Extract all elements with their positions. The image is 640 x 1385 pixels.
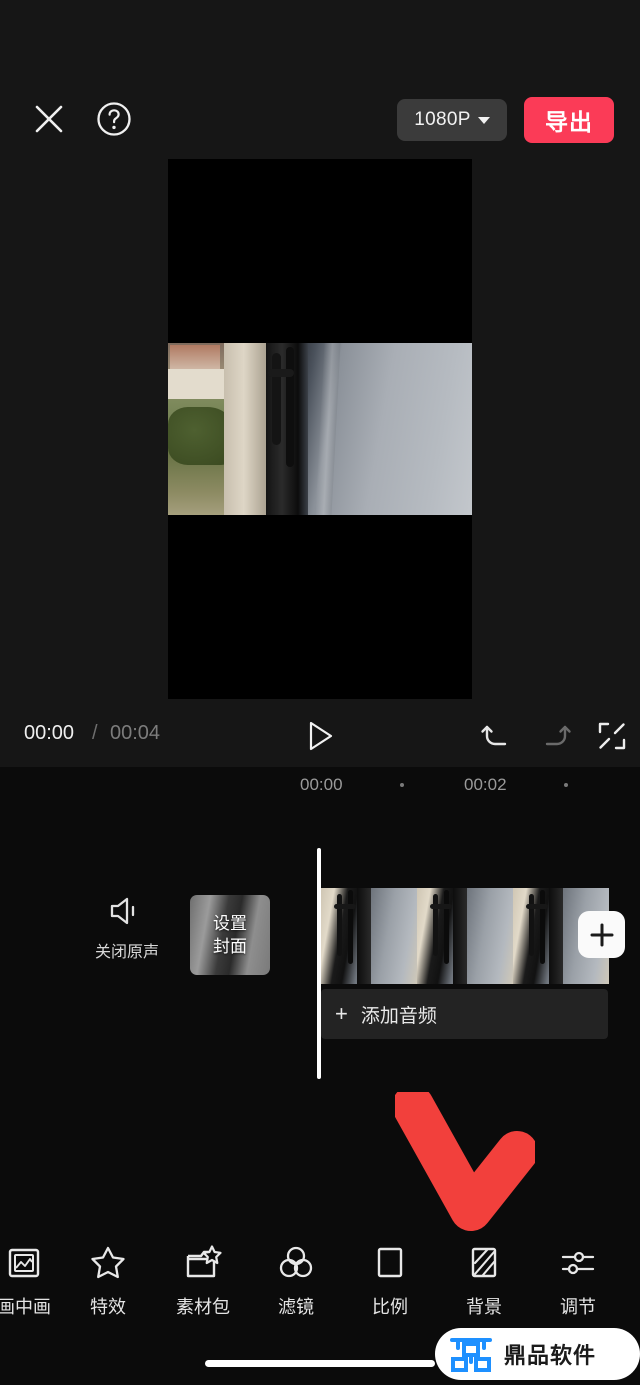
tool-effects[interactable]: 特效 [62,1240,154,1326]
watermark-badge: 鼎品软件 [435,1328,640,1380]
frame-outdoor-half [168,343,298,515]
ruler-tick-label: 00:00 [300,775,343,794]
arrow-down-right-icon [392,1085,538,1231]
close-button[interactable] [28,97,70,141]
mute-original-sound-button[interactable]: 关闭原声 [92,895,162,977]
add-clip-button[interactable] [578,911,625,958]
export-label: 导出 [545,109,593,135]
help-button[interactable] [92,97,136,141]
material-pack-icon [184,1240,222,1286]
current-time: 00:00 [24,722,75,744]
add-audio-plus-icon: + [335,1001,348,1026]
resolution-label: 1080P [414,109,471,130]
tool-label: 画中画 [0,1297,51,1317]
redo-button[interactable] [534,715,576,757]
tool-background[interactable]: 背景 [438,1240,530,1326]
ruler-tick-label: 00:02 [464,775,507,794]
plus-icon [590,923,613,946]
background-hatch-icon [467,1240,501,1286]
tool-label: 背景 [466,1297,502,1317]
playhead[interactable] [317,848,321,1079]
question-circle-icon [97,102,131,136]
undo-icon [481,725,507,746]
dingpin-logo-icon [450,1338,492,1372]
play-icon [309,721,333,751]
tool-label: 滤镜 [278,1297,314,1317]
video-track-clip[interactable] [321,888,609,984]
tool-aspect-ratio[interactable]: 比例 [344,1240,436,1326]
video-preview[interactable] [168,159,472,699]
aspect-ratio-square-icon [373,1240,407,1286]
annotation-arrow [392,1085,538,1232]
ruler-tick-dot [564,783,568,787]
cover-label-line2: 封面 [213,937,247,956]
resolution-selector[interactable]: 1080P [397,99,507,141]
frame-wall-half [298,343,472,515]
add-audio-label: 添加音频 [360,1005,437,1027]
redo-icon [545,725,571,746]
tool-adjust[interactable]: 调节 [532,1240,624,1326]
watermark-text: 鼎品软件 [504,1343,597,1368]
editor-screen: 1080P 导出 00:00 / 00:04 00:00 00:02 关闭原声 … [0,0,640,1385]
tool-picture-in-picture[interactable]: 画中画 [0,1240,70,1326]
filter-circles-icon [277,1240,315,1286]
adjust-sliders-icon [559,1240,597,1286]
tool-filter[interactable]: 滤镜 [250,1240,342,1326]
mute-label: 关闭原声 [94,944,159,961]
total-time: 00:04 [110,722,161,744]
close-icon [35,105,63,133]
ruler-tick-dot [400,783,404,787]
picture-in-picture-icon [6,1240,42,1286]
fullscreen-button[interactable] [592,716,632,756]
tool-label: 特效 [90,1297,126,1317]
fullscreen-icon [598,722,626,750]
tool-label: 比例 [372,1297,408,1317]
preview-area: 1080P 导出 00:00 / 00:04 [0,0,640,767]
undo-button[interactable] [476,715,518,757]
cover-label-line1: 设置 [213,914,247,933]
set-cover-button[interactable]: 设置 封面 [190,895,270,975]
add-audio-button[interactable]: + 添加音频 [321,989,608,1039]
tool-label: 调节 [560,1297,596,1317]
tool-label: 素材包 [176,1297,230,1317]
tool-material-pack[interactable]: 素材包 [157,1240,249,1326]
clip-thumbnail [417,888,513,984]
play-button[interactable] [298,715,344,757]
home-indicator [205,1360,435,1367]
clip-thumbnail [321,888,417,984]
export-button[interactable]: 导出 [524,97,614,143]
video-frame [168,343,472,515]
sparkle-star-icon [89,1240,127,1286]
speaker-mute-icon [110,897,135,925]
chevron-down-icon [477,116,490,124]
time-separator: / [92,722,98,744]
